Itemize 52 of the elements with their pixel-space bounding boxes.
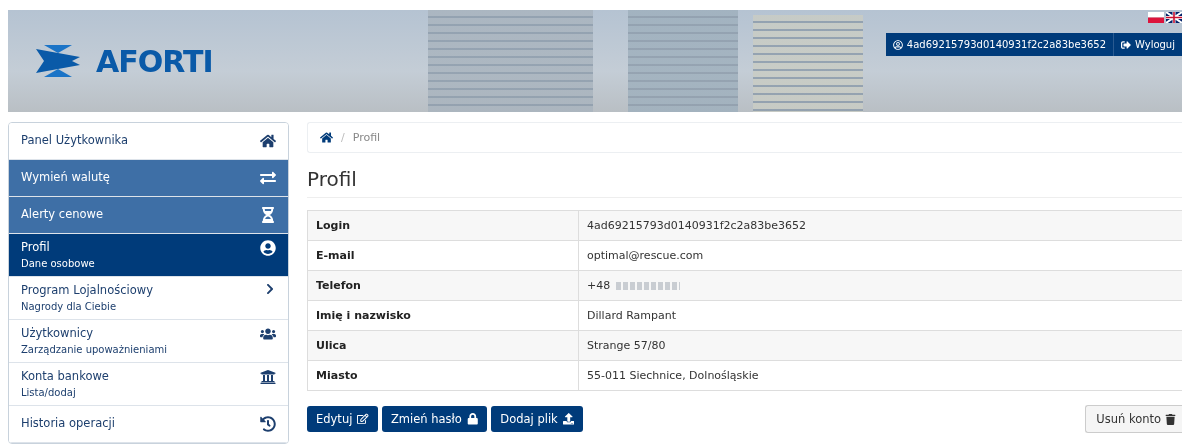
sidebar-item[interactable]: Panel Użytkownika: [9, 123, 288, 160]
table-label-cell: Telefon: [307, 270, 579, 301]
british-flag-icon[interactable]: [1166, 12, 1182, 23]
action-button[interactable]: Dodaj plik: [491, 406, 584, 432]
logo-text: AFORTI: [96, 43, 213, 79]
sidebar-item[interactable]: Alerty cenowe: [9, 197, 288, 234]
hourglass-icon: [260, 207, 276, 223]
action-button[interactable]: Edytuj: [307, 406, 378, 432]
chevron-right-icon: [264, 283, 276, 295]
home-icon: [260, 133, 276, 149]
bank-icon: [260, 369, 276, 385]
sidebar-item-subtitle: Dane osobowe: [21, 257, 95, 270]
edit-icon: [357, 413, 369, 425]
sidebar-item[interactable]: Profil Dane osobowe: [9, 234, 288, 277]
table-value-cell: 4ad69215793d0140931f2c2a83be3652: [578, 210, 1182, 241]
table-value-cell: +48: [578, 270, 1182, 301]
users-icon: [260, 326, 276, 342]
sidebar-item-subtitle: Nagrody dla Ciebie: [21, 300, 118, 313]
sidebar-item-title: Użytkownicy: [21, 326, 95, 340]
table-value-cell: Strange 57/80: [578, 330, 1182, 361]
sidebar-item-title: Wymień walutę: [21, 170, 110, 184]
table-label-cell: Login: [307, 210, 579, 241]
breadcrumb-current: Profil: [352, 131, 381, 144]
sidebar-item-title: Alerty cenowe: [21, 207, 104, 221]
trash-icon: [1165, 413, 1176, 425]
logout-icon: [1121, 39, 1131, 50]
table-value-cell: Dillard Rampant: [578, 300, 1182, 331]
history-icon: [260, 416, 276, 432]
sidebar-item[interactable]: Wymień walutę: [9, 160, 288, 197]
table-value-cell: optimal@rescue.com: [578, 240, 1182, 271]
upload-icon: [562, 413, 575, 425]
sidebar-item-title: Konta bankowe: [21, 369, 109, 383]
action-button[interactable]: Zmień hasło: [381, 406, 488, 432]
table-label-cell: Miasto: [307, 360, 579, 391]
sidebar-item-subtitle: Zarządzanie upoważnieniami: [21, 343, 168, 356]
delete-account-button[interactable]: Usuń konto: [1085, 405, 1182, 433]
polish-flag-icon[interactable]: [1148, 12, 1164, 23]
home-icon[interactable]: [320, 131, 333, 144]
sidebar-item-title: Panel Użytkownika: [21, 133, 129, 147]
user-icon: [892, 39, 903, 50]
page-title: Profil: [307, 167, 1182, 198]
table-value-cell: 55-011 Siechnice, Dolnośląskie: [578, 360, 1182, 391]
table-label-cell: Imię i nazwisko: [307, 300, 579, 331]
breadcrumb-separator: /: [341, 131, 345, 144]
table-label-cell: E-mail: [307, 240, 579, 271]
sidebar-item-title: Profil: [21, 240, 51, 254]
table-label-cell: Ulica: [307, 330, 579, 361]
sidebar-item-title: Historia operacji: [21, 416, 115, 430]
sidebar-item-title: Program Lojalnościowy: [21, 283, 153, 297]
lock-icon: [466, 413, 479, 425]
sidebar-item-subtitle: Lista/dodaj: [21, 386, 77, 399]
swap-arrows-icon: [260, 170, 276, 186]
